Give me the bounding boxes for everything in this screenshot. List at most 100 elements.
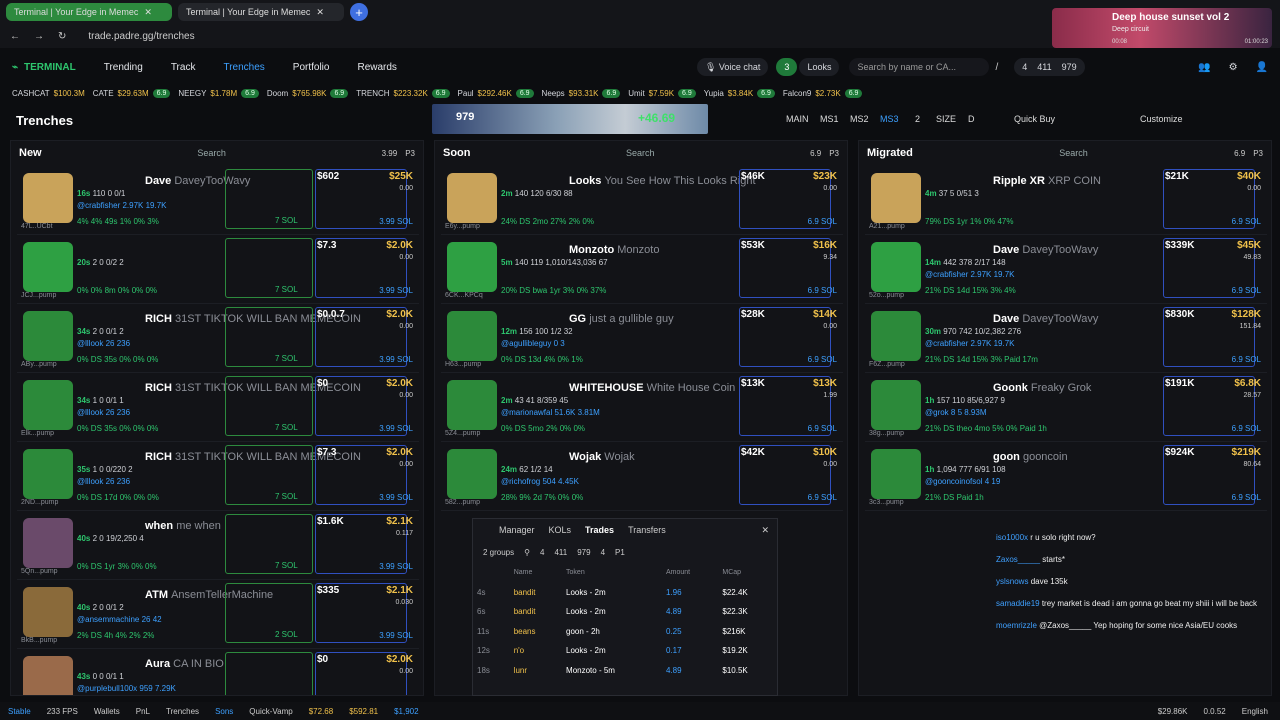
token-card[interactable]: 5Z4...pump WHITEHOUSE White House Coin 2m … — [441, 376, 843, 442]
token-card[interactable]: BkB...pump ATM AnsemTellerMachine 40s 2 0 … — [17, 583, 419, 649]
token-avatar[interactable] — [871, 311, 921, 361]
token-avatar[interactable] — [23, 449, 73, 499]
token-avatar[interactable] — [447, 173, 497, 223]
quick-buy-button[interactable]: 3.99 SOL — [379, 355, 413, 364]
token-card[interactable]: ABy...pump RICH 31ST TIKTOK WILL BAN MEME… — [17, 307, 419, 373]
token-avatar[interactable] — [23, 518, 73, 568]
creator-handle[interactable]: @gooncoinofsol 4 19 — [925, 477, 1000, 486]
quick-buy-button[interactable]: 6.9 SOL — [808, 424, 837, 433]
creator-handle[interactable]: @lllook 26 236 — [77, 477, 130, 486]
quick-buy-button[interactable]: 3.99 SOL — [379, 562, 413, 571]
token-address[interactable]: JCJ...pump — [21, 292, 56, 299]
quick-vamp-button[interactable]: Quick-Vamp — [249, 707, 292, 716]
voice-chat-button[interactable]: 🎙 Voice chat — [696, 58, 769, 76]
creator-handle[interactable]: @grok 8 5 8.93M — [925, 408, 986, 417]
token-card[interactable]: H63...pump GG just a gullible guy 12m 156 … — [441, 307, 843, 373]
gear-icon[interactable]: ⚙ — [1229, 62, 1238, 73]
forward-icon[interactable]: → — [34, 31, 44, 42]
panel-search[interactable]: Search — [197, 148, 226, 158]
tab-transfers[interactable]: Transfers — [628, 525, 666, 535]
token-address[interactable]: 5Z4...pump — [445, 430, 480, 437]
creator-handle[interactable]: @crabfisher 2.97K 19.7K — [925, 339, 1015, 348]
close-icon[interactable]: ✕ — [761, 525, 769, 536]
token-address[interactable]: 52o...pump — [869, 292, 904, 299]
token-card[interactable]: 47L..UCbt Dave DaveyTooWavy 16s 110 0 0/1 @… — [17, 169, 419, 235]
ticker-item[interactable]: Neeps $93.31K 6.9 — [542, 88, 621, 98]
token-avatar[interactable] — [23, 311, 73, 361]
nav-portfolio[interactable]: Portfolio — [293, 62, 330, 73]
token-card[interactable]: 38g...pump Goonk Freaky Grok 1h 157 110 85… — [865, 376, 1267, 442]
creator-handle[interactable]: @lllook 26 236 — [77, 339, 130, 348]
chat-user[interactable]: iso1000x — [996, 533, 1028, 542]
token-avatar[interactable] — [23, 242, 73, 292]
sol-badge[interactable]: 2 SOL — [275, 630, 298, 639]
token-address[interactable]: ABy...pump — [21, 361, 57, 368]
reload-icon[interactable]: ↻ — [58, 31, 66, 42]
token-card[interactable]: JCJ...pump 20s 2 0 0/2 2 0% 0% 8m 0% 0% 0… — [17, 238, 419, 304]
token-card[interactable]: 582...pump Wojak Wojak 24m 62 1/2 14 @richo… — [441, 445, 843, 511]
new-tab-button[interactable]: + — [350, 3, 368, 21]
creator-handle[interactable]: @agullibleguy 0 3 — [501, 339, 565, 348]
creator-handle[interactable]: @purplebull100x 959 7.29K — [77, 684, 176, 693]
token-address[interactable]: 6CK...KPCq — [445, 292, 483, 299]
chat-user[interactable]: Zaxos_____ — [996, 555, 1040, 564]
token-address[interactable]: 47L..UCbt — [21, 223, 53, 230]
token-avatar[interactable] — [447, 449, 497, 499]
groups-select[interactable]: 2 groups — [483, 548, 514, 557]
token-address[interactable]: F6Z...pump — [869, 361, 905, 368]
trade-row[interactable]: 12s n'o Looks - 2m 0.17 $19.2K — [473, 641, 777, 661]
token-address[interactable]: 582...pump — [445, 499, 480, 506]
nav-trending[interactable]: Trending — [104, 62, 143, 73]
token-address[interactable]: A21...pump — [869, 223, 905, 230]
quick-buy-button[interactable]: 3.99 SOL — [379, 631, 413, 640]
token-address[interactable]: E6y...pump — [445, 223, 480, 230]
token-avatar[interactable] — [871, 173, 921, 223]
quick-buy-button[interactable]: 3.99 SOL — [379, 217, 413, 226]
ticker-item[interactable]: Umit $7.59K 6.9 — [628, 88, 696, 98]
creator-handle[interactable]: @richofrog 504 4.45K — [501, 477, 579, 486]
quick-buy-button[interactable]: 6.9 SOL — [808, 355, 837, 364]
pnl-button[interactable]: PnL — [136, 707, 150, 716]
sons-button[interactable]: Sons — [215, 707, 233, 716]
users-icon[interactable]: 👥 — [1198, 62, 1210, 73]
sol-badge[interactable]: 7 SOL — [275, 561, 298, 570]
token-avatar[interactable] — [447, 242, 497, 292]
quick-buy-button[interactable]: 6.9 SOL — [1232, 355, 1261, 364]
token-avatar[interactable] — [447, 311, 497, 361]
chat-user[interactable]: moemrizzle — [996, 621, 1037, 630]
creator-handle[interactable]: @ansemmachine 26 42 — [77, 615, 162, 624]
browser-tab-2[interactable]: Terminal | Your Edge in Memec ✕ — [178, 3, 344, 21]
browser-tab-1[interactable]: Terminal | Your Edge in Memec ✕ — [6, 3, 172, 21]
quick-buy-button[interactable]: 6.9 SOL — [1232, 217, 1261, 226]
token-avatar[interactable] — [871, 242, 921, 292]
sol-badge[interactable]: 7 SOL — [275, 423, 298, 432]
trade-row[interactable]: 6s bandit Looks - 2m 4.89 $22.3K — [473, 602, 777, 622]
ticker-item[interactable]: Doom $765.98K 6.9 — [267, 88, 349, 98]
token-avatar[interactable] — [447, 380, 497, 430]
panel-search[interactable]: Search — [626, 148, 655, 158]
creator-handle[interactable]: @marionawfal 51.6K 3.81M — [501, 408, 600, 417]
quick-buy-toggle[interactable]: Quick Buy — [1014, 114, 1055, 124]
token-avatar[interactable] — [23, 173, 73, 223]
token-card[interactable]: Elk...pump RICH 31ST TIKTOK WILL BAN MEME… — [17, 376, 419, 442]
token-card[interactable]: E6y...pump Looks You See How This Looks R… — [441, 169, 843, 235]
token-card[interactable]: 5Qn...pump when me when 40s 2 0 19/2,250 4… — [17, 514, 419, 580]
token-address[interactable]: Elk...pump — [21, 430, 54, 437]
panel-search[interactable]: Search — [1059, 148, 1088, 158]
url-field[interactable]: trade.padre.gg/trenches — [88, 31, 194, 42]
creator-handle[interactable]: @crabfisher 2.97K 19.7K — [77, 201, 167, 210]
quick-buy-button[interactable]: 6.9 SOL — [808, 493, 837, 502]
wallets-button[interactable]: Wallets — [94, 707, 120, 716]
ticker-item[interactable]: Falcon9 $2.73K 6.9 — [783, 88, 863, 98]
quick-buy-button[interactable]: 6.9 SOL — [1232, 493, 1261, 502]
tab-manager[interactable]: Manager — [499, 525, 535, 535]
token-avatar[interactable] — [871, 449, 921, 499]
token-avatar[interactable] — [23, 587, 73, 637]
filter-icon[interactable]: ⚲ — [524, 548, 530, 557]
panel-meta-preset[interactable]: P3 — [1253, 149, 1263, 158]
trade-row[interactable]: 18s lunr Monzoto - 5m 4.89 $10.5K — [473, 661, 777, 681]
trade-row[interactable]: 4s bandit Looks - 2m 1.96 $22.4K — [473, 583, 777, 603]
quick-buy-button[interactable]: 3.99 SOL — [379, 493, 413, 502]
token-card[interactable]: 6CK...KPCq Monzoto Monzoto 5m 140 119 1,01… — [441, 238, 843, 304]
tab-trades[interactable]: Trades — [585, 525, 614, 535]
